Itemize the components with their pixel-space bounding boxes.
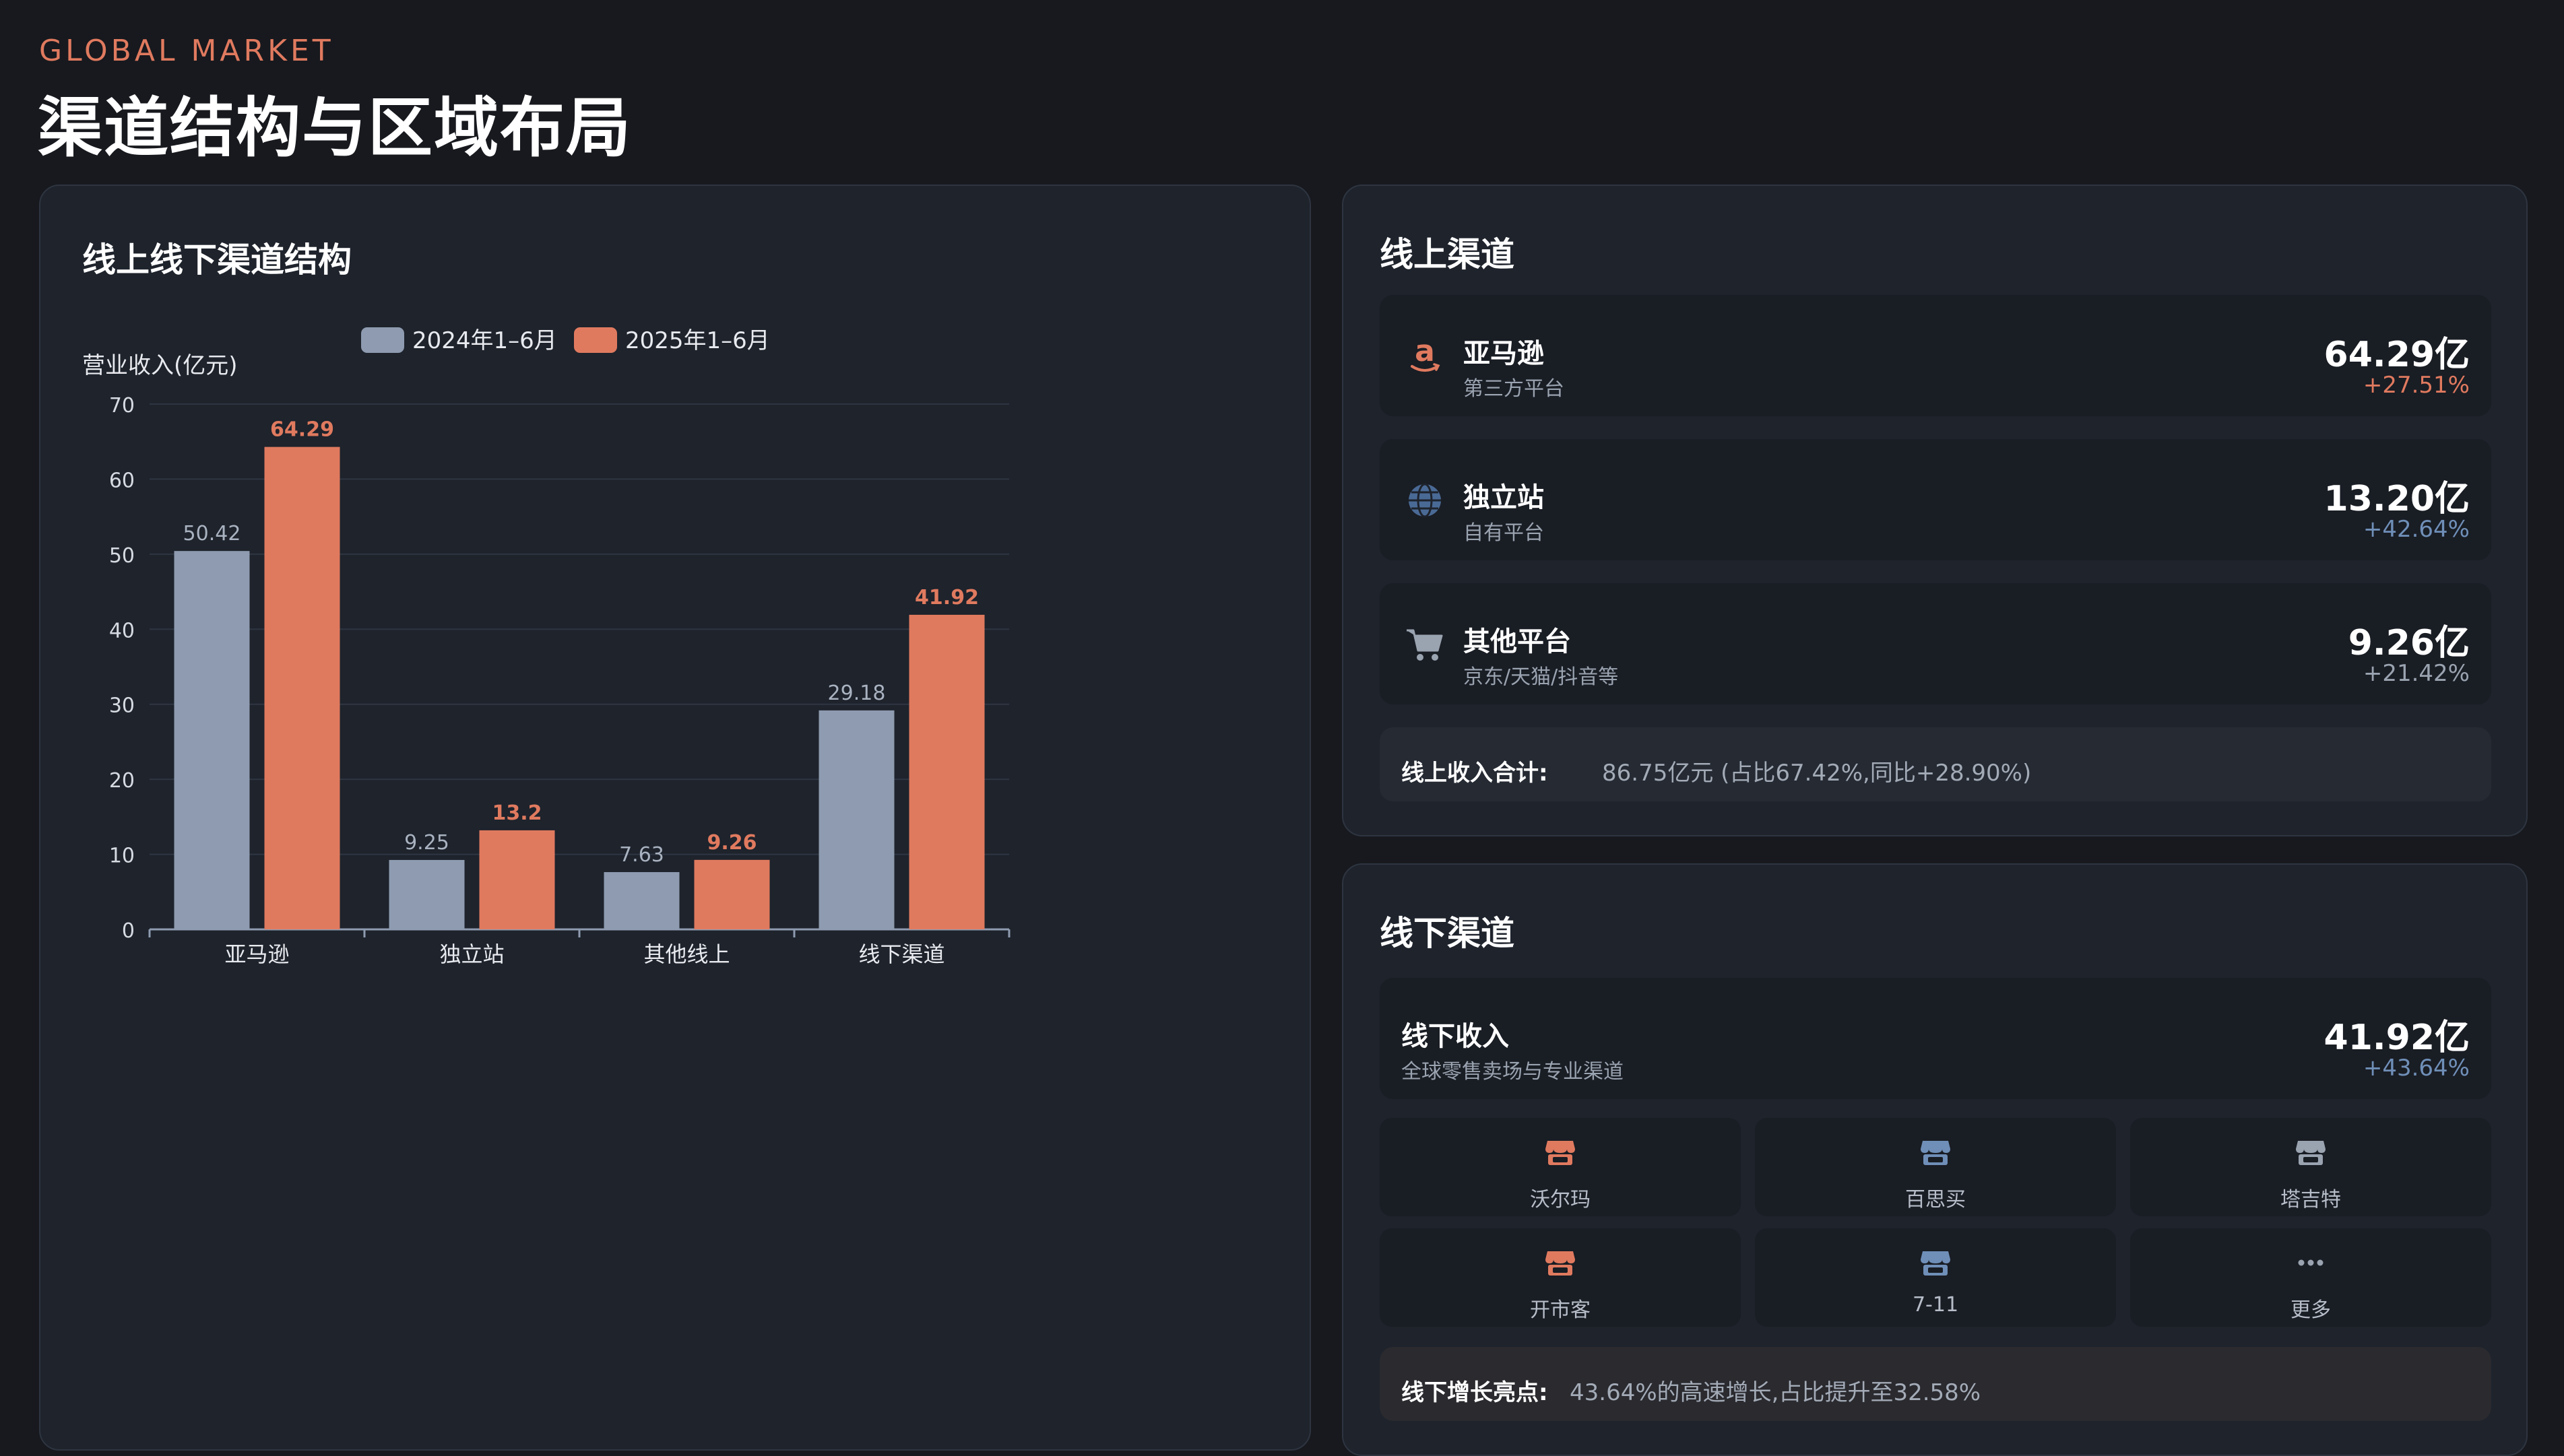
offline-channels-card: 线下渠道 线下收入 全球零售卖场与专业渠道 41.92亿 +43.64% 沃尔玛… bbox=[1342, 863, 2528, 1456]
data-label: 9.26 bbox=[707, 831, 757, 855]
offline-highlight: 线下增长亮点: 43.64%的高速增长,占比提升至32.58% bbox=[1380, 1347, 2491, 1421]
online-item-independent-site[interactable]: 独立站 自有平台 13.20亿 +42.64% bbox=[1380, 439, 2491, 560]
online-card-title: 线上渠道 bbox=[1380, 235, 1514, 274]
bar-2025 bbox=[479, 830, 555, 929]
y-tick-label: 60 bbox=[109, 469, 135, 492]
data-label: 64.29 bbox=[270, 418, 334, 442]
online-item-name: 独立站 bbox=[1463, 482, 1544, 513]
data-label: 50.42 bbox=[183, 522, 241, 545]
channel-structure-card: 线上线下渠道结构 营业收入(亿元) 0 10 20 30 40 50 60 70 亚马逊 50.42… bbox=[39, 185, 1311, 1451]
store-icon bbox=[1545, 1251, 1575, 1276]
y-tick-label: 10 bbox=[109, 845, 135, 868]
store-icon bbox=[1545, 1141, 1575, 1165]
bar-2024 bbox=[389, 859, 465, 929]
online-item-value: 13.20亿 bbox=[2323, 479, 2470, 519]
online-item-value: 64.29亿 bbox=[2323, 335, 2470, 375]
bar-2025 bbox=[909, 614, 985, 929]
y-tick-label: 30 bbox=[109, 694, 135, 718]
y-axis-label: 营业收入(亿元) bbox=[82, 352, 238, 379]
page-title: 渠道结构与区域布局 bbox=[38, 90, 632, 166]
legend-swatch bbox=[574, 327, 617, 353]
offline-store-tile[interactable]: 开市客 bbox=[1380, 1228, 1741, 1327]
legend-label: 2025年1–6月 bbox=[625, 327, 770, 354]
amazon-icon: a bbox=[1411, 337, 1440, 372]
online-item-amazon[interactable]: a 亚马逊 第三方平台 64.29亿 +27.51% bbox=[1380, 295, 2491, 416]
store-icon bbox=[1921, 1141, 1950, 1165]
cart-icon bbox=[1407, 629, 1443, 661]
offline-store-label: 百思买 bbox=[1905, 1188, 1966, 1212]
data-label: 29.18 bbox=[828, 682, 886, 705]
online-item-sub: 自有平台 bbox=[1463, 521, 1544, 545]
globe-icon bbox=[1409, 483, 1441, 518]
online-summary-value: 86.75亿元 (占比67.42%,同比+28.90%) bbox=[1602, 760, 2032, 787]
data-label: 9.25 bbox=[404, 831, 449, 855]
offline-store-tile[interactable]: 更多 bbox=[2130, 1228, 2491, 1327]
offline-revenue-value: 41.92亿 bbox=[2323, 1018, 2470, 1058]
offline-store-tile[interactable]: 沃尔玛 bbox=[1380, 1118, 1741, 1216]
bar-2024 bbox=[819, 710, 895, 929]
channel-bar-chart: 营业收入(亿元) 0 10 20 30 40 50 60 70 亚马逊 50.42 64.29 独立站 9… bbox=[82, 327, 1011, 967]
online-item-other-platforms[interactable]: 其他平台 京东/天猫/抖音等 9.26亿 +21.42% bbox=[1380, 583, 2491, 704]
x-tick-label: 线下渠道 bbox=[858, 941, 944, 967]
online-item-sub: 第三方平台 bbox=[1463, 377, 1564, 401]
store-icon bbox=[1921, 1251, 1950, 1276]
offline-card-title: 线下渠道 bbox=[1380, 914, 1514, 953]
offline-revenue-sub: 全球零售卖场与专业渠道 bbox=[1401, 1060, 1624, 1084]
x-tick-label: 其他线上 bbox=[643, 941, 730, 967]
offline-revenue-change: +43.64% bbox=[2363, 1055, 2470, 1082]
legend-swatch bbox=[361, 327, 404, 353]
offline-revenue-row[interactable]: 线下收入 全球零售卖场与专业渠道 41.92亿 +43.64% bbox=[1380, 978, 2491, 1099]
y-tick-label: 50 bbox=[109, 544, 135, 568]
y-tick-label: 0 bbox=[122, 919, 135, 943]
online-item-change: +21.42% bbox=[2363, 660, 2470, 687]
online-item-name: 亚马逊 bbox=[1463, 338, 1544, 369]
data-label: 13.2 bbox=[492, 801, 542, 825]
data-label: 7.63 bbox=[619, 843, 664, 867]
y-tick-label: 70 bbox=[109, 394, 135, 418]
svg-text:a: a bbox=[1415, 337, 1435, 368]
offline-store-label: 开市客 bbox=[1530, 1298, 1591, 1322]
online-item-change: +42.64% bbox=[2363, 516, 2470, 543]
offline-store-label: 更多 bbox=[2290, 1298, 2331, 1322]
online-item-value: 9.26亿 bbox=[2348, 623, 2470, 663]
offline-store-label: 塔吉特 bbox=[2280, 1188, 2341, 1212]
online-summary-label: 线上收入合计: bbox=[1401, 760, 1548, 787]
x-tick-label: 亚马逊 bbox=[224, 941, 289, 967]
page-eyebrow: GLOBAL MARKET bbox=[39, 34, 334, 68]
offline-store-label: 沃尔玛 bbox=[1530, 1188, 1591, 1212]
offline-store-tile[interactable]: 7-11 bbox=[1755, 1228, 2116, 1327]
online-item-sub: 京东/天猫/抖音等 bbox=[1463, 665, 1619, 689]
offline-revenue-name: 线下收入 bbox=[1401, 1021, 1509, 1052]
online-item-change: +27.51% bbox=[2363, 372, 2470, 399]
bar-2025 bbox=[264, 446, 340, 929]
bar-2024 bbox=[174, 551, 250, 929]
data-label: 41.92 bbox=[915, 586, 979, 609]
bar-2024 bbox=[604, 871, 680, 929]
offline-store-tile[interactable]: 百思买 bbox=[1755, 1118, 2116, 1216]
legend-label: 2024年1–6月 bbox=[412, 327, 557, 354]
offline-store-tile[interactable]: 塔吉特 bbox=[2130, 1118, 2491, 1216]
y-tick-label: 20 bbox=[109, 769, 135, 793]
store-icon bbox=[2296, 1141, 2326, 1165]
offline-store-label: 7-11 bbox=[1912, 1293, 1959, 1317]
bar-2025 bbox=[694, 859, 770, 929]
offline-highlight-value: 43.64%的高速增长,占比提升至32.58% bbox=[1570, 1379, 1981, 1406]
y-tick-label: 40 bbox=[109, 619, 135, 642]
online-channels-card: 线上渠道 a 亚马逊 第三方平台 64.29亿 +27.51% 独立站 自有平台… bbox=[1342, 185, 2528, 836]
online-item-name: 其他平台 bbox=[1463, 626, 1571, 657]
offline-highlight-label: 线下增长亮点: bbox=[1401, 1379, 1548, 1406]
x-tick-label: 独立站 bbox=[439, 941, 504, 967]
online-summary: 线上收入合计: 86.75亿元 (占比67.42%,同比+28.90%) bbox=[1380, 727, 2491, 801]
more-dots-icon bbox=[2298, 1259, 2323, 1266]
